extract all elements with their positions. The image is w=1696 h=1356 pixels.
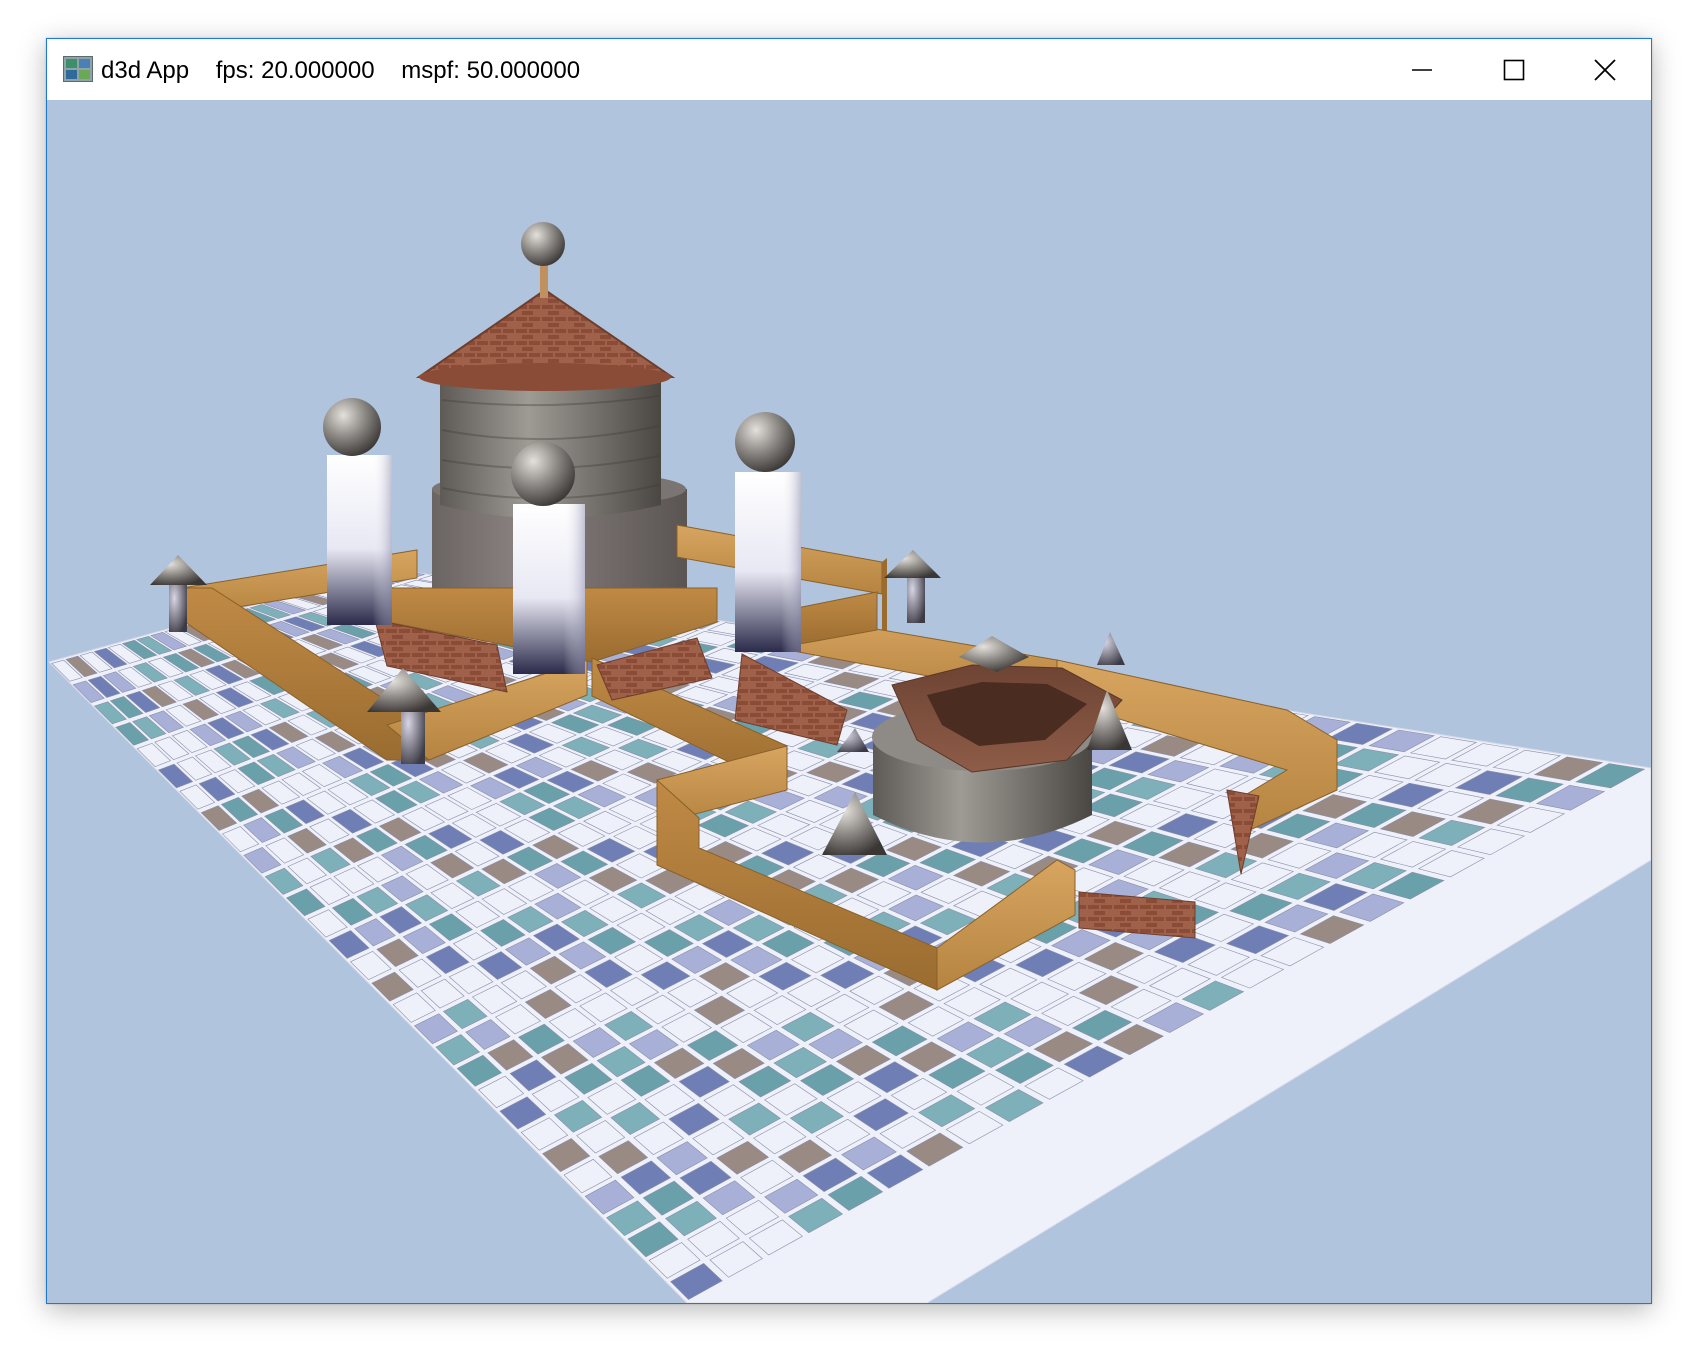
mspf-readout: mspf: 50.000000 [401,57,581,84]
maximize-icon [1503,59,1525,80]
minimize-icon [1412,68,1432,71]
pillar-back-left [323,398,392,625]
minimize-button[interactable] [1376,39,1468,100]
pillar-front [511,442,585,674]
render-viewport[interactable] [47,100,1651,1303]
maximize-button[interactable] [1468,39,1560,100]
app-window: d3d App fps: 20.000000 mspf: 50.000000 [46,38,1652,1304]
app-name: d3d App [101,57,190,84]
title-bar[interactable]: d3d App fps: 20.000000 mspf: 50.000000 [47,39,1651,100]
close-icon [1594,58,1616,81]
scene-canvas [48,222,1651,1303]
fps-readout: fps: 20.000000 [215,57,375,84]
window-title: d3d App fps: 20.000000 mspf: 50.000000 [101,56,580,86]
app-icon [63,56,93,82]
pillar-back-right [735,412,801,652]
close-button[interactable] [1559,39,1651,100]
